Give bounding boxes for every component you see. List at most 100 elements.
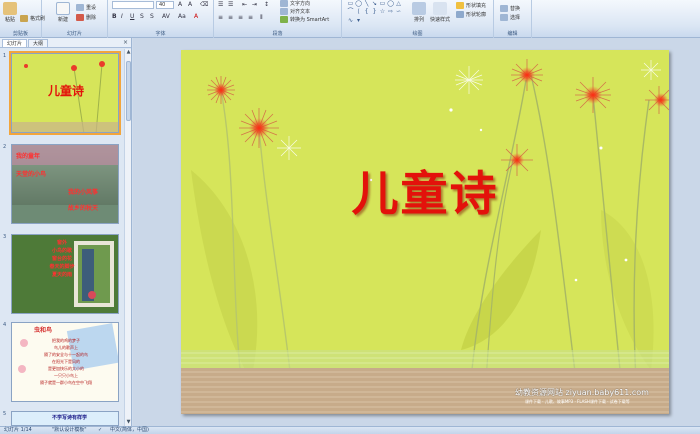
- scroll-thumb[interactable]: [126, 61, 131, 121]
- clipboard-group: 粘贴 格式刷 剪贴板: [0, 0, 45, 38]
- align-right-icon[interactable]: ≡: [238, 14, 243, 21]
- case-icon[interactable]: Aa: [178, 13, 186, 20]
- line-shape-icon[interactable]: ╲: [363, 1, 370, 7]
- triangle-shape-icon[interactable]: △: [395, 1, 402, 7]
- justify-icon[interactable]: ≡: [248, 14, 253, 21]
- thumb-title: 儿童诗: [47, 84, 84, 98]
- align-text-icon: [280, 8, 288, 15]
- close-icon[interactable]: ×: [123, 39, 128, 46]
- delete-icon: [76, 14, 84, 21]
- quick-styles-icon: [433, 2, 447, 15]
- current-slide[interactable]: 儿童诗 幼教资源网站 ziyuan.baby611.com 课件下载 · 儿歌、…: [181, 50, 669, 414]
- align-left-icon[interactable]: ≡: [218, 14, 223, 21]
- arrow-shape-icon[interactable]: ↘: [371, 1, 378, 7]
- oval-shape-icon[interactable]: ◯: [355, 1, 362, 7]
- shrink-font-icon[interactable]: A: [188, 1, 192, 8]
- slide-title[interactable]: 儿童诗: [181, 155, 669, 224]
- replace-button[interactable]: 替换: [500, 5, 520, 12]
- tab-outline[interactable]: 大纲: [28, 39, 49, 47]
- align-center-icon[interactable]: ≡: [228, 14, 233, 21]
- thumbnail-image: 虫和鸟 把我的鸡的梦子 鸟儿的歌声上 隔了的安全与十一起的鸟 在阳光下是风的 是…: [11, 322, 119, 402]
- arrange-icon: [412, 2, 426, 15]
- spellcheck-icon[interactable]: ✓: [98, 427, 102, 434]
- thumbnail-image: 儿童诗: [9, 51, 121, 135]
- rect2-shape-icon[interactable]: ▭: [379, 1, 386, 7]
- arrange-button[interactable]: 排列: [412, 2, 426, 23]
- strikethrough-icon[interactable]: S: [140, 13, 144, 20]
- language-indicator[interactable]: 中文(简体，中国): [110, 427, 149, 434]
- bullets-icon[interactable]: ☰: [218, 1, 223, 8]
- text-direction-icon: [280, 0, 288, 7]
- shape-fill-button[interactable]: 形状填充: [456, 2, 486, 9]
- font-color-icon[interactable]: A: [194, 13, 198, 20]
- tab-slides[interactable]: 幻灯片: [2, 39, 28, 47]
- underline-icon[interactable]: U: [130, 13, 134, 20]
- fill-bucket-icon: [456, 2, 464, 9]
- panel-scrollbar[interactable]: ▲ ▼: [124, 49, 131, 426]
- replace-icon: [500, 5, 508, 12]
- thumbnail-image: 窗外 小鸟的歌 窗台的花 春天的脚步 夏天的雨: [11, 234, 119, 314]
- thumbnail-image: 我的童年 天堂的小鸟 我的小风筝 故乡的秋天: [11, 144, 119, 224]
- new-slide-button[interactable]: 新建: [56, 2, 70, 23]
- star-shape-icon[interactable]: ☆: [379, 9, 386, 15]
- more-shapes-icon[interactable]: ▾: [355, 17, 362, 24]
- curve2-shape-icon[interactable]: ∽: [395, 9, 402, 15]
- shadow-icon[interactable]: S: [150, 13, 154, 20]
- font-group: 40 A A ⌫ B I U S S AV Aa A 字体: [108, 0, 214, 38]
- grow-font-icon[interactable]: A: [178, 1, 182, 8]
- editing-group: 替换 选择 编辑: [494, 0, 532, 38]
- font-size-field[interactable]: 40: [156, 1, 174, 9]
- bold-icon[interactable]: B: [112, 13, 117, 20]
- smartart-button[interactable]: 转换为 SmartArt: [280, 16, 329, 23]
- font-name-field[interactable]: [112, 1, 154, 9]
- status-bar: 幻灯片 1/14 "默认设计模板" ✓ 中文(简体，中国): [0, 426, 700, 434]
- slide-background-art: [181, 59, 669, 414]
- reset-icon: [76, 4, 84, 11]
- paste-button[interactable]: 粘贴: [3, 2, 17, 23]
- wave-shape-icon[interactable]: ∿: [347, 17, 354, 24]
- numbering-icon[interactable]: ☰: [228, 1, 233, 8]
- ribbon: 粘贴 格式刷 剪贴板 新建 重设 删除 幻灯片 40 A A ⌫ B I U S…: [0, 0, 700, 38]
- thumb-text-block: 窗外 小鸟的歌 窗台的花 春天的脚步 夏天的雨: [49, 240, 75, 278]
- circle-shape-icon[interactable]: ◯: [387, 1, 394, 7]
- delete-button[interactable]: 删除: [76, 14, 96, 21]
- arrow2-shape-icon[interactable]: ⇨: [387, 9, 394, 15]
- quick-styles-button[interactable]: 快速样式: [430, 2, 450, 23]
- italic-icon[interactable]: I: [121, 13, 123, 20]
- brace2-shape-icon[interactable]: }: [371, 9, 378, 15]
- outline-pen-icon: [456, 11, 464, 18]
- thumbnail-image: 不学写诗有样学: [11, 411, 119, 426]
- curve-shape-icon[interactable]: ⌒: [347, 9, 354, 15]
- brace-shape-icon[interactable]: {: [363, 9, 370, 15]
- slide-editing-area: 儿童诗 幼教资源网站 ziyuan.baby611.com 课件下载 · 儿歌、…: [133, 38, 700, 426]
- shape-outline-button[interactable]: 形状轮廓: [456, 11, 486, 18]
- paragraph-group: ☰ ☰ ⇤ ⇥ ↕ 文字方向 对齐文本 转换为 SmartArt ≡ ≡ ≡ ≡…: [214, 0, 342, 38]
- spacing-icon[interactable]: AV: [162, 13, 170, 20]
- watermark-text: 幼教资源网站 ziyuan.baby611.com: [515, 388, 649, 397]
- columns-icon[interactable]: ⫴: [260, 14, 263, 22]
- select-button[interactable]: 选择: [500, 14, 520, 21]
- bracket-shape-icon[interactable]: ⟨: [355, 9, 362, 15]
- scroll-up-icon[interactable]: ▲: [125, 49, 132, 56]
- new-slide-icon: [56, 2, 70, 15]
- smartart-icon: [280, 16, 288, 23]
- brush-icon: [20, 15, 28, 22]
- drawing-group: ▭ ◯ ╲ ↘ ▭ ◯ △ ⌒ ⟨{} ☆ ⇨ ∽ ∿ ▾ 排列 快速样式 形状填充 形状轮廓 绘图: [342, 0, 494, 38]
- shapes-gallery[interactable]: ▭ ◯ ╲ ↘ ▭ ◯ △ ⌒ ⟨{} ☆ ⇨ ∽ ∿ ▾: [347, 1, 409, 25]
- reset-button[interactable]: 重设: [76, 4, 96, 11]
- panel-tabs: 幻灯片 大纲 ×: [0, 38, 131, 48]
- slides-group: 新建 重设 删除 幻灯片: [42, 0, 108, 38]
- rectangle-shape-icon[interactable]: ▭: [347, 1, 354, 7]
- indent-increase-icon[interactable]: ⇥: [252, 1, 257, 8]
- indent-decrease-icon[interactable]: ⇤: [242, 1, 247, 8]
- theme-name[interactable]: "默认设计模板": [52, 427, 87, 434]
- watermark-subtext: 课件下载 · 儿歌、故事MP3 · FLASH课件下载 · 试卷下载等: [525, 399, 630, 404]
- line-spacing-icon[interactable]: ↕: [264, 1, 269, 8]
- select-arrow-icon: [500, 14, 508, 21]
- slide-counter: 幻灯片 1/14: [4, 427, 32, 433]
- scroll-down-icon[interactable]: ▼: [125, 419, 132, 426]
- align-text-button[interactable]: 对齐文本: [280, 8, 310, 15]
- clear-format-icon[interactable]: ⌫: [200, 1, 208, 8]
- text-direction-button[interactable]: 文字方向: [280, 0, 310, 7]
- thumb-poem: 把我的鸡的梦子 鸟儿的歌声上 隔了的安全与十一起的鸟 在阳光下是风的 是更加快乐…: [40, 338, 92, 385]
